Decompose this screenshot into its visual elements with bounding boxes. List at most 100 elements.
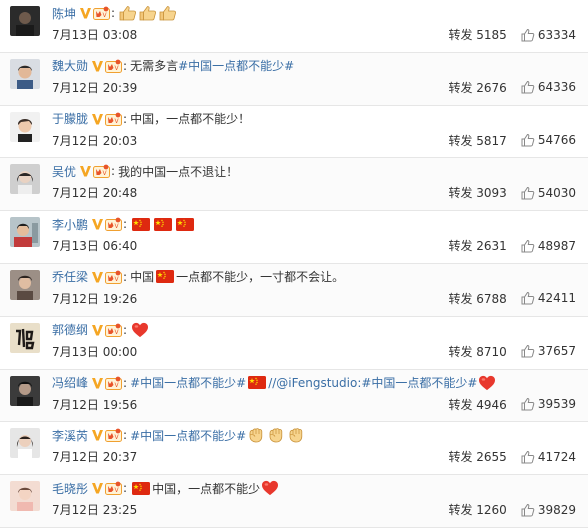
avatar[interactable] — [10, 111, 40, 142]
avatar[interactable] — [10, 428, 40, 459]
vip-crown-icon — [105, 428, 122, 442]
like-count[interactable]: 54030 — [538, 186, 576, 200]
vip-crown-icon — [105, 217, 122, 231]
like-count[interactable]: 42411 — [538, 291, 576, 305]
repost-count[interactable]: 转发 1260 — [448, 501, 506, 518]
like-count[interactable]: 39539 — [538, 397, 576, 411]
username[interactable]: 李溪芮 — [52, 427, 88, 444]
verified-v-icon — [79, 6, 92, 20]
thumbs-up-icon[interactable] — [521, 186, 535, 200]
verified-v-icon — [91, 217, 104, 231]
post-header: 乔任梁 : 中国 一点都不能少，一寸都不会让。 — [52, 268, 345, 285]
repost-count[interactable]: 转发 5817 — [448, 132, 506, 149]
thumbs-up-icon[interactable] — [521, 397, 535, 411]
post-content: 无需多言#中国一点都不能少# — [130, 59, 295, 74]
post-time[interactable]: 7月12日 20:03 — [52, 132, 137, 149]
repost-count[interactable]: 转发 4946 — [448, 396, 506, 413]
username[interactable]: 于朦胧 — [52, 110, 88, 127]
post-row: 陈坤 : 7月13日 03:08 转发 5185 63334 — [0, 0, 588, 53]
username[interactable]: 吴优 — [52, 163, 76, 180]
heart-emoji — [478, 375, 496, 391]
post-row: 吴优 : 我的中国一点不退让！ 7月12日 20:48 转发 3093 5403… — [0, 158, 588, 212]
like-count[interactable]: 64336 — [538, 80, 576, 94]
avatar[interactable] — [10, 375, 40, 406]
repost-count[interactable]: 转发 3093 — [448, 184, 506, 201]
post-header: 于朦胧 : 中国，一点都不能少！ — [52, 110, 251, 127]
repost-count[interactable]: 转发 2655 — [448, 448, 506, 465]
heart-emoji — [131, 322, 149, 338]
post-time[interactable]: 7月12日 19:26 — [52, 290, 137, 307]
like-count[interactable]: 39829 — [538, 503, 576, 517]
post-row: 冯绍峰 : #中国一点都不能少# //@iFengstudio: #中国一点都不能… — [0, 369, 588, 423]
thumbs-up-icon[interactable] — [521, 133, 535, 147]
hashtag-link[interactable]: #中国一点都不能少# — [178, 59, 294, 73]
post-content: #中国一点都不能少# — [130, 427, 306, 444]
like-count[interactable]: 37657 — [538, 344, 576, 358]
repost-count[interactable]: 转发 6788 — [448, 290, 506, 307]
thumbs-up-icon[interactable] — [521, 503, 535, 517]
mention-link[interactable]: //@iFengstudio: — [268, 376, 361, 390]
thumbs-up-icon[interactable] — [521, 80, 535, 94]
post-stats: 转发 5185 63334 — [448, 26, 576, 43]
thumbs-up-icon[interactable] — [521, 344, 535, 358]
post-time[interactable]: 7月12日 20:48 — [52, 184, 137, 201]
fist-emoji — [247, 427, 265, 443]
hashtag-link[interactable]: #中国一点都不能少# — [130, 427, 246, 444]
china-flag-emoji — [176, 218, 194, 231]
like-count[interactable]: 63334 — [538, 28, 576, 42]
post-header: 吴优 : 我的中国一点不退让！ — [52, 163, 239, 180]
post-header: 郭德纲 : — [52, 321, 150, 339]
vip-crown-icon — [93, 164, 110, 178]
china-flag-emoji — [248, 376, 266, 389]
avatar[interactable] — [10, 6, 40, 36]
post-time[interactable]: 7月12日 20:39 — [52, 79, 137, 96]
avatar[interactable] — [10, 481, 40, 512]
post-stats: 转发 2676 64336 — [448, 79, 576, 96]
avatar[interactable] — [10, 322, 40, 353]
repost-count[interactable]: 转发 8710 — [448, 343, 506, 360]
post-header: 李溪芮 : #中国一点都不能少# — [52, 426, 306, 444]
verified-v-icon — [91, 112, 104, 126]
username[interactable]: 郭德纲 — [52, 321, 88, 338]
post-header: 冯绍峰 : #中国一点都不能少# //@iFengstudio: #中国一点都不能… — [52, 374, 497, 392]
repost-count[interactable]: 转发 2676 — [448, 79, 506, 96]
post-content — [130, 322, 150, 338]
username[interactable]: 冯绍峰 — [52, 374, 88, 391]
username[interactable]: 乔任梁 — [52, 268, 88, 285]
repost-count[interactable]: 转发 2631 — [448, 237, 506, 254]
username[interactable]: 陈坤 — [52, 5, 76, 22]
repost-count[interactable]: 转发 5185 — [448, 26, 506, 43]
thumbs-up-icon[interactable] — [521, 450, 535, 464]
like-count[interactable]: 54766 — [538, 133, 576, 147]
post-time[interactable]: 7月13日 00:00 — [52, 343, 137, 360]
thumbs-up-icon[interactable] — [521, 28, 535, 42]
post-content: 中国，一点都不能少 — [130, 480, 280, 497]
thumbs-up-icon[interactable] — [521, 291, 535, 305]
post-content — [130, 218, 196, 231]
post-row: 李小鹏 : 7月13日 06:40 转发 2631 48987 — [0, 211, 588, 264]
avatar[interactable] — [10, 217, 40, 248]
post-content: 中国 一点都不能少，一寸都不会让。 — [130, 270, 345, 285]
post-time[interactable]: 7月13日 03:08 — [52, 26, 137, 43]
thumbs-up-icon[interactable] — [521, 239, 535, 253]
china-flag-emoji — [154, 218, 172, 231]
avatar[interactable] — [10, 164, 40, 195]
like-count[interactable]: 48987 — [538, 239, 576, 253]
thumbs-up-emoji — [139, 5, 157, 21]
post-row: 李溪芮 : #中国一点都不能少# 7月12日 20:37 转发 2655 417… — [0, 422, 588, 476]
vip-crown-icon — [105, 112, 122, 126]
post-time[interactable]: 7月12日 20:37 — [52, 448, 137, 465]
post-time[interactable]: 7月13日 06:40 — [52, 237, 137, 254]
username[interactable]: 魏大勋 — [52, 57, 88, 74]
post-content: 中国，一点都不能少！ — [130, 112, 251, 127]
hashtag-link[interactable]: #中国一点都不能少# — [361, 374, 477, 391]
username[interactable]: 李小鹏 — [52, 216, 88, 233]
post-time[interactable]: 7月12日 19:56 — [52, 396, 137, 413]
avatar[interactable] — [10, 58, 40, 89]
post-time[interactable]: 7月12日 23:25 — [52, 501, 137, 518]
like-count[interactable]: 41724 — [538, 450, 576, 464]
post-header: 陈坤 : — [52, 4, 178, 22]
avatar[interactable] — [10, 269, 40, 300]
hashtag-link[interactable]: #中国一点都不能少# — [130, 374, 246, 391]
username[interactable]: 毛晓彤 — [52, 480, 88, 497]
